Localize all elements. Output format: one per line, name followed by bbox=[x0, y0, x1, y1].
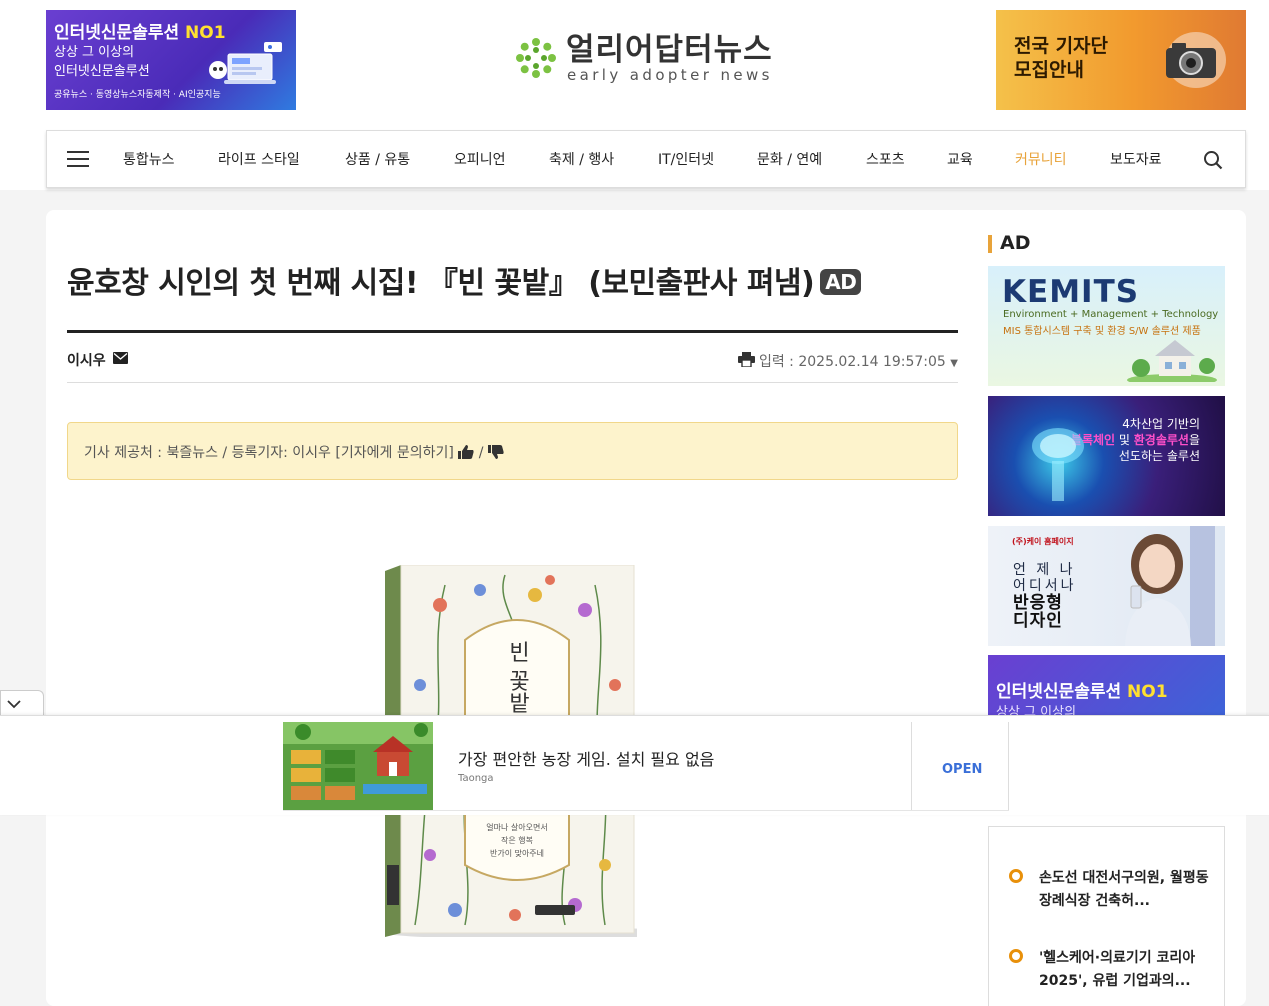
b3-line1: 언 제 나 bbox=[1013, 562, 1076, 578]
header-banner-left[interactable]: 인터넷신문솔루션 NO1 상상 그 이상의 인터넷신문솔루션 공유뉴스 · 동영… bbox=[46, 10, 296, 110]
woman-with-phone-photo bbox=[1125, 526, 1215, 646]
search-icon[interactable] bbox=[1203, 150, 1223, 170]
popular-news-list: 손도선 대전서구의원, 월평동 장례식장 건축허... '헬스케어·의료기기 코… bbox=[988, 826, 1225, 1006]
nav-item-sports[interactable]: 스포츠 bbox=[866, 149, 905, 169]
meta-divider bbox=[67, 382, 958, 383]
popular-item-2[interactable]: '헬스케어·의료기기 코리아 2025', 유럽 기업과의... bbox=[1039, 947, 1209, 993]
kemits-subtitle: Environment + Management + Technology bbox=[1003, 309, 1219, 320]
sidebar-ad-heading: AD bbox=[988, 232, 1030, 254]
overlay-ad-bottom-rule bbox=[283, 810, 1009, 811]
article-title: 윤호창 시인의 첫 번째 시집! 『빈 꽃밭』 (보민출판사 펴냄) AD bbox=[67, 258, 862, 302]
header-banner-right[interactable]: 전국 기자단 모집안내 bbox=[996, 10, 1246, 110]
ad-badge: AD bbox=[820, 269, 862, 295]
sidebar-banner-k-homepage[interactable]: (주)케이 홈페이지 언 제 나 어디서나 반응형 디자인 bbox=[988, 526, 1225, 646]
nav-item-education[interactable]: 교육 bbox=[947, 149, 973, 169]
book-cover-line-3: 반가이 맞아주네 bbox=[490, 848, 544, 858]
banner-left-headline: 인터넷신문솔루션 bbox=[54, 23, 180, 43]
list-bullet-icon bbox=[1009, 949, 1023, 963]
article-author[interactable]: 이시우 bbox=[67, 350, 106, 370]
title-divider bbox=[67, 330, 958, 333]
article-title-text: 윤호창 시인의 첫 번째 시집! 『빈 꽃밭』 (보민출판사 펴냄) bbox=[67, 266, 815, 301]
overlay-ad-open-button[interactable]: OPEN bbox=[942, 762, 982, 777]
nav-item-press[interactable]: 보도자료 bbox=[1110, 149, 1162, 169]
site-logo[interactable]: 얼리어답터뉴스 early adopter news bbox=[514, 32, 784, 88]
mail-icon[interactable] bbox=[113, 352, 128, 364]
nav-item-products[interactable]: 상품 / 유통 bbox=[345, 149, 410, 169]
farm-game-ad-image[interactable] bbox=[283, 722, 433, 810]
camera-icon bbox=[1166, 32, 1226, 88]
nav-item-culture[interactable]: 문화 / 연예 bbox=[757, 149, 822, 169]
banner-right-text: 전국 기자단 모집안내 bbox=[1014, 35, 1109, 81]
nav-item-festival[interactable]: 축제 / 행사 bbox=[549, 149, 614, 169]
nav-item-it[interactable]: IT/인터넷 bbox=[658, 149, 714, 169]
source-text: 기사 제공처 : 북즐뉴스 / 등록기자: 이시우 [기자에게 문의하기] bbox=[84, 445, 454, 461]
site-header: 인터넷신문솔루션 NO1 상상 그 이상의 인터넷신문솔루션 공유뉴스 · 동영… bbox=[0, 0, 1269, 190]
sidebar-banner-blockchain[interactable]: 4차산업 기반의 블록체인 및 환경솔루션을 선도하는 솔루션 bbox=[988, 396, 1225, 516]
thumbs-up-icon[interactable] bbox=[458, 445, 474, 459]
brain-glow-illustration bbox=[1032, 428, 1084, 501]
overlay-ad-title[interactable]: 가장 편안한 농장 게임. 설치 필요 없음 bbox=[458, 746, 714, 770]
overlay-ad-advertiser: Taonga bbox=[458, 773, 494, 784]
b3-line4: 디자인 bbox=[1013, 611, 1063, 631]
overlay-ad-divider bbox=[911, 722, 912, 810]
b2-particle: 을 bbox=[1188, 433, 1200, 447]
nav-item-community[interactable]: 커뮤니티 bbox=[1015, 149, 1067, 169]
popular-item-1[interactable]: 손도선 대전서구의원, 월평동 장례식장 건축허... bbox=[1039, 867, 1209, 913]
book-cover-line-2: 작은 행복 bbox=[501, 835, 533, 845]
print-icon[interactable] bbox=[738, 352, 755, 367]
nav-item-lifestyle[interactable]: 라이프 스타일 bbox=[218, 149, 300, 169]
nav-item-opinion[interactable]: 오피니언 bbox=[454, 149, 506, 169]
sidebar-banner-kemits[interactable]: KEMITS Environment + Management + Techno… bbox=[988, 266, 1225, 386]
b2-env-solution: 환경솔루션 bbox=[1133, 433, 1189, 447]
chevron-down-icon: ▼ bbox=[950, 358, 958, 369]
b3-line2: 어디서나 bbox=[1013, 578, 1077, 594]
book-cover-title: 빈 꽃밭 bbox=[505, 641, 530, 714]
source-separator: / bbox=[478, 445, 484, 461]
overlay-ad-divider bbox=[1008, 722, 1009, 810]
overlay-collapse-button[interactable] bbox=[0, 690, 44, 716]
list-bullet-icon bbox=[1009, 869, 1023, 883]
sidebar-banner-news-solution[interactable]: 인터넷신문솔루션 NO1 상상 그 이상의 bbox=[988, 655, 1225, 719]
b2-line1: 4차산업 기반의 bbox=[1122, 417, 1200, 431]
thumbs-down-icon[interactable] bbox=[487, 445, 504, 459]
k-homepage-brand: (주)케이 홈페이지 bbox=[1012, 537, 1074, 546]
b2-line3: 선도하는 솔루션 bbox=[1118, 449, 1200, 463]
article-date[interactable]: 입력 : 2025.02.14 19:57:05 ▼ bbox=[759, 351, 958, 371]
logo-english-text: early adopter news bbox=[567, 66, 773, 84]
article-date-text: 입력 : 2025.02.14 19:57:05 bbox=[758, 354, 946, 370]
b4-headline: 인터넷신문솔루션 bbox=[996, 682, 1122, 702]
source-box: 기사 제공처 : 북즐뉴스 / 등록기자: 이시우 [기자에게 문의하기] / bbox=[67, 422, 958, 480]
b3-line3: 반응형 bbox=[1013, 593, 1063, 613]
b4-accent: NO1 bbox=[1127, 682, 1168, 702]
logo-flower-mark bbox=[516, 38, 556, 78]
main-navbar: 통합뉴스 라이프 스타일 상품 / 유통 오피니언 축제 / 행사 IT/인터넷… bbox=[46, 130, 1246, 188]
robot-laptop-illustration bbox=[209, 42, 282, 84]
menu-icon[interactable] bbox=[67, 151, 89, 167]
logo-korean-text: 얼리어답터뉴스 bbox=[566, 32, 773, 68]
nav-item-integrated-news[interactable]: 통합뉴스 bbox=[123, 149, 175, 169]
house-illustration bbox=[1127, 340, 1217, 382]
b2-and: 및 bbox=[1115, 433, 1134, 447]
chevron-down-icon bbox=[7, 700, 21, 709]
kemits-title: KEMITS bbox=[1002, 274, 1140, 310]
book-cover-line-1: 얼마나 살아오면서 bbox=[486, 822, 547, 832]
